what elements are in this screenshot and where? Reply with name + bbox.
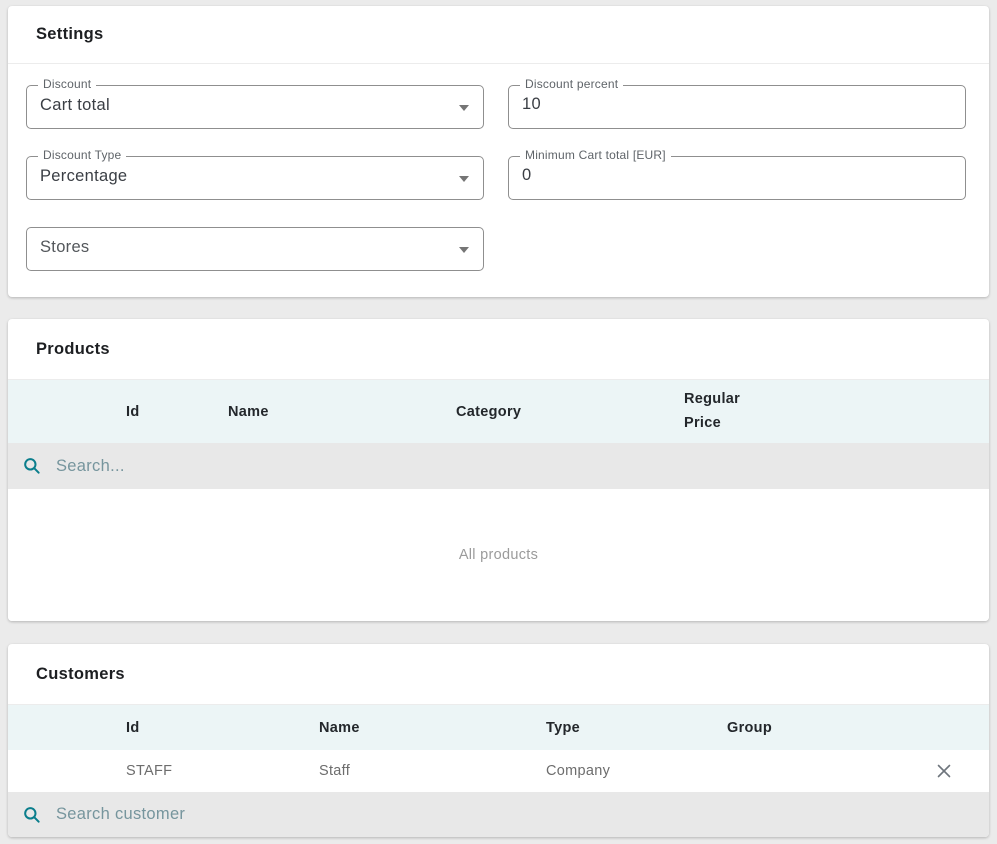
chevron-down-icon: [459, 176, 469, 182]
customer-row: STAFF Staff Company: [8, 750, 989, 792]
discount-type-select[interactable]: Discount Type Percentage: [26, 156, 484, 200]
discount-type-select-value: Percentage: [27, 167, 127, 189]
products-table-header: Id Name Category Regular Price: [8, 380, 989, 443]
discount-select-value: Cart total: [27, 96, 110, 118]
search-icon: [22, 805, 42, 825]
discount-select-label: Discount: [38, 77, 96, 91]
discount-percent-input[interactable]: [509, 95, 925, 120]
products-column-id: Id: [116, 404, 218, 420]
customers-search-row: [8, 792, 989, 837]
chevron-down-icon: [459, 105, 469, 111]
discount-select[interactable]: Discount Cart total: [26, 85, 484, 129]
search-icon: [22, 456, 42, 476]
minimum-cart-total-input[interactable]: [509, 166, 925, 191]
close-icon: [935, 762, 953, 780]
remove-customer-button[interactable]: [930, 757, 958, 785]
products-empty-state: All products: [8, 489, 989, 621]
products-column-name: Name: [218, 404, 446, 420]
products-column-category: Category: [446, 404, 674, 420]
customer-cell-type: Company: [536, 763, 717, 779]
customers-search-input[interactable]: [56, 805, 989, 824]
discount-percent-field: Discount percent: [508, 85, 966, 129]
customer-cell-actions: [899, 757, 989, 785]
stores-select-label: Stores: [27, 238, 90, 260]
settings-card-title: Settings: [36, 25, 104, 44]
products-header: Products: [8, 319, 989, 380]
settings-card: Settings Discount Cart total Discount pe…: [8, 6, 989, 297]
customers-column-id: Id: [116, 720, 309, 736]
minimum-cart-total-label: Minimum Cart total [EUR]: [520, 148, 671, 162]
customer-cell-id: STAFF: [116, 763, 309, 779]
customers-card: Customers Id Name Type Group STAFF Staff…: [8, 644, 989, 837]
customers-header: Customers: [8, 644, 989, 705]
settings-header: Settings: [8, 6, 989, 64]
customers-column-name: Name: [309, 720, 536, 736]
products-search-input[interactable]: [56, 457, 989, 476]
page: Settings Discount Cart total Discount pe…: [0, 0, 997, 844]
products-card-title: Products: [36, 340, 110, 359]
customers-card-title: Customers: [36, 665, 125, 684]
products-empty-text: All products: [459, 547, 538, 563]
discount-type-select-label: Discount Type: [38, 148, 126, 162]
products-card: Products Id Name Category Regular Price …: [8, 319, 989, 621]
form-grid-spacer: [508, 227, 966, 271]
products-search-row: [8, 443, 989, 489]
customer-cell-name: Staff: [309, 763, 536, 779]
settings-form: Discount Cart total Discount percent Dis…: [8, 64, 989, 271]
minimum-cart-total-field: Minimum Cart total [EUR]: [508, 156, 966, 200]
products-column-regular-price: Regular Price: [674, 388, 989, 436]
stores-select[interactable]: Stores: [26, 227, 484, 271]
customers-table-header: Id Name Type Group: [8, 705, 989, 750]
customers-column-type: Type: [536, 720, 717, 736]
chevron-down-icon: [459, 247, 469, 253]
customers-column-group: Group: [717, 720, 899, 736]
discount-percent-label: Discount percent: [520, 77, 623, 91]
